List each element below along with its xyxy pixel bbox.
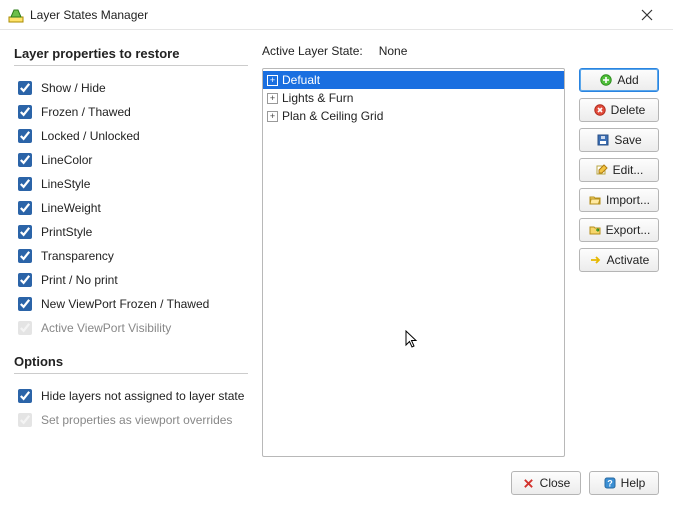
layer-property-checkbox [18, 321, 32, 335]
help-icon: ? [603, 476, 617, 490]
add-button-label: Add [617, 73, 638, 87]
save-button[interactable]: Save [579, 128, 659, 152]
layer-property-checkbox[interactable] [18, 129, 32, 143]
delete-button[interactable]: Delete [579, 98, 659, 122]
layer-property-checkbox[interactable] [18, 297, 32, 311]
window-title: Layer States Manager [30, 8, 629, 22]
layer-property-checkbox[interactable] [18, 201, 32, 215]
active-layer-state-value: None [379, 44, 408, 58]
expand-icon[interactable]: + [267, 111, 278, 122]
layer-property-label: Transparency [41, 249, 114, 263]
titlebar: Layer States Manager [0, 0, 673, 30]
option-checkbox [18, 413, 32, 427]
layer-property-label: Locked / Unlocked [41, 129, 140, 143]
option-checkbox[interactable] [18, 389, 32, 403]
layer-property-label: Frozen / Thawed [41, 105, 131, 119]
layer-properties-heading: Layer properties to restore [14, 46, 248, 66]
layer-property-label: Print / No print [41, 273, 118, 287]
option-label: Hide layers not assigned to layer state [41, 389, 244, 403]
layer-property-checkbox[interactable] [18, 225, 32, 239]
import-button-label: Import... [606, 193, 650, 207]
layer-property-checkbox[interactable] [18, 153, 32, 167]
layer-states-tree[interactable]: + Defualt + Lights & Furn + Plan & Ceiling Gr… [262, 68, 565, 457]
layer-property-row[interactable]: Print / No print [14, 270, 248, 290]
dialog-body: Layer properties to restore Show / Hide F… [0, 30, 673, 505]
add-button[interactable]: Add [579, 68, 659, 92]
layer-states-manager-window: Layer States Manager Layer properties to… [0, 0, 673, 505]
layer-property-checkbox[interactable] [18, 177, 32, 191]
layer-state-item[interactable]: + Lights & Furn [263, 89, 564, 107]
layer-property-row[interactable]: LineWeight [14, 198, 248, 218]
export-button-label: Export... [606, 223, 651, 237]
option-row[interactable]: Hide layers not assigned to layer state [14, 386, 248, 406]
import-button[interactable]: Import... [579, 188, 659, 212]
layer-state-item-label: Plan & Ceiling Grid [282, 109, 383, 123]
layer-state-item[interactable]: + Defualt [263, 71, 564, 89]
help-button-label: Help [621, 476, 646, 490]
layer-property-checkbox[interactable] [18, 273, 32, 287]
active-layer-state-label: Active Layer State: [262, 44, 363, 58]
folder-export-icon [588, 223, 602, 237]
layer-state-item-label: Defualt [282, 73, 320, 87]
edit-button-label: Edit... [613, 163, 644, 177]
close-button[interactable]: Close [511, 471, 581, 495]
left-panel: Layer properties to restore Show / Hide F… [14, 44, 248, 457]
export-button[interactable]: Export... [579, 218, 659, 242]
layer-property-row[interactable]: Frozen / Thawed [14, 102, 248, 122]
edit-button[interactable]: Edit... [579, 158, 659, 182]
x-circle-icon [593, 103, 607, 117]
layer-property-checkbox[interactable] [18, 81, 32, 95]
layer-property-checkbox[interactable] [18, 105, 32, 119]
save-button-label: Save [614, 133, 641, 147]
expand-icon[interactable]: + [267, 93, 278, 104]
pencil-icon [595, 163, 609, 177]
layer-property-label: Show / Hide [41, 81, 106, 95]
layer-property-row[interactable]: Show / Hide [14, 78, 248, 98]
arrow-right-icon [589, 253, 603, 267]
layer-property-label: Active ViewPort Visibility [41, 321, 171, 335]
layer-property-row[interactable]: PrintStyle [14, 222, 248, 242]
layer-property-label: PrintStyle [41, 225, 92, 239]
expand-icon[interactable]: + [267, 75, 278, 86]
layer-property-label: New ViewPort Frozen / Thawed [41, 297, 209, 311]
options-heading: Options [14, 354, 248, 374]
layer-state-item-label: Lights & Furn [282, 91, 353, 105]
layer-state-item[interactable]: + Plan & Ceiling Grid [263, 107, 564, 125]
close-button-label: Close [540, 476, 571, 490]
activate-button[interactable]: Activate [579, 248, 659, 272]
layer-property-label: LineStyle [41, 177, 90, 191]
svg-text:?: ? [607, 479, 613, 489]
layer-property-row[interactable]: LineStyle [14, 174, 248, 194]
activate-button-label: Activate [607, 253, 650, 267]
right-button-panel: Add Delete Save [579, 68, 659, 457]
app-icon [8, 7, 24, 23]
layer-property-row[interactable]: Transparency [14, 246, 248, 266]
folder-open-icon [588, 193, 602, 207]
middle-panel: Active Layer State: None + Defualt + Lights… [262, 44, 565, 457]
plus-circle-icon [599, 73, 613, 87]
option-row: Set properties as viewport overrides [14, 410, 248, 430]
x-red-icon [522, 476, 536, 490]
layer-property-label: LineColor [41, 153, 92, 167]
layer-property-row: Active ViewPort Visibility [14, 318, 248, 338]
delete-button-label: Delete [611, 103, 646, 117]
layer-property-row[interactable]: New ViewPort Frozen / Thawed [14, 294, 248, 314]
help-button[interactable]: ? Help [589, 471, 659, 495]
layer-property-row[interactable]: LineColor [14, 150, 248, 170]
dialog-footer: Close ? Help [14, 461, 659, 495]
active-layer-state-row: Active Layer State: None [262, 44, 565, 58]
option-label: Set properties as viewport overrides [41, 413, 232, 427]
layer-property-checkbox[interactable] [18, 249, 32, 263]
layer-property-label: LineWeight [41, 201, 101, 215]
layer-property-row[interactable]: Locked / Unlocked [14, 126, 248, 146]
window-close-button[interactable] [629, 0, 665, 30]
floppy-disk-icon [596, 133, 610, 147]
